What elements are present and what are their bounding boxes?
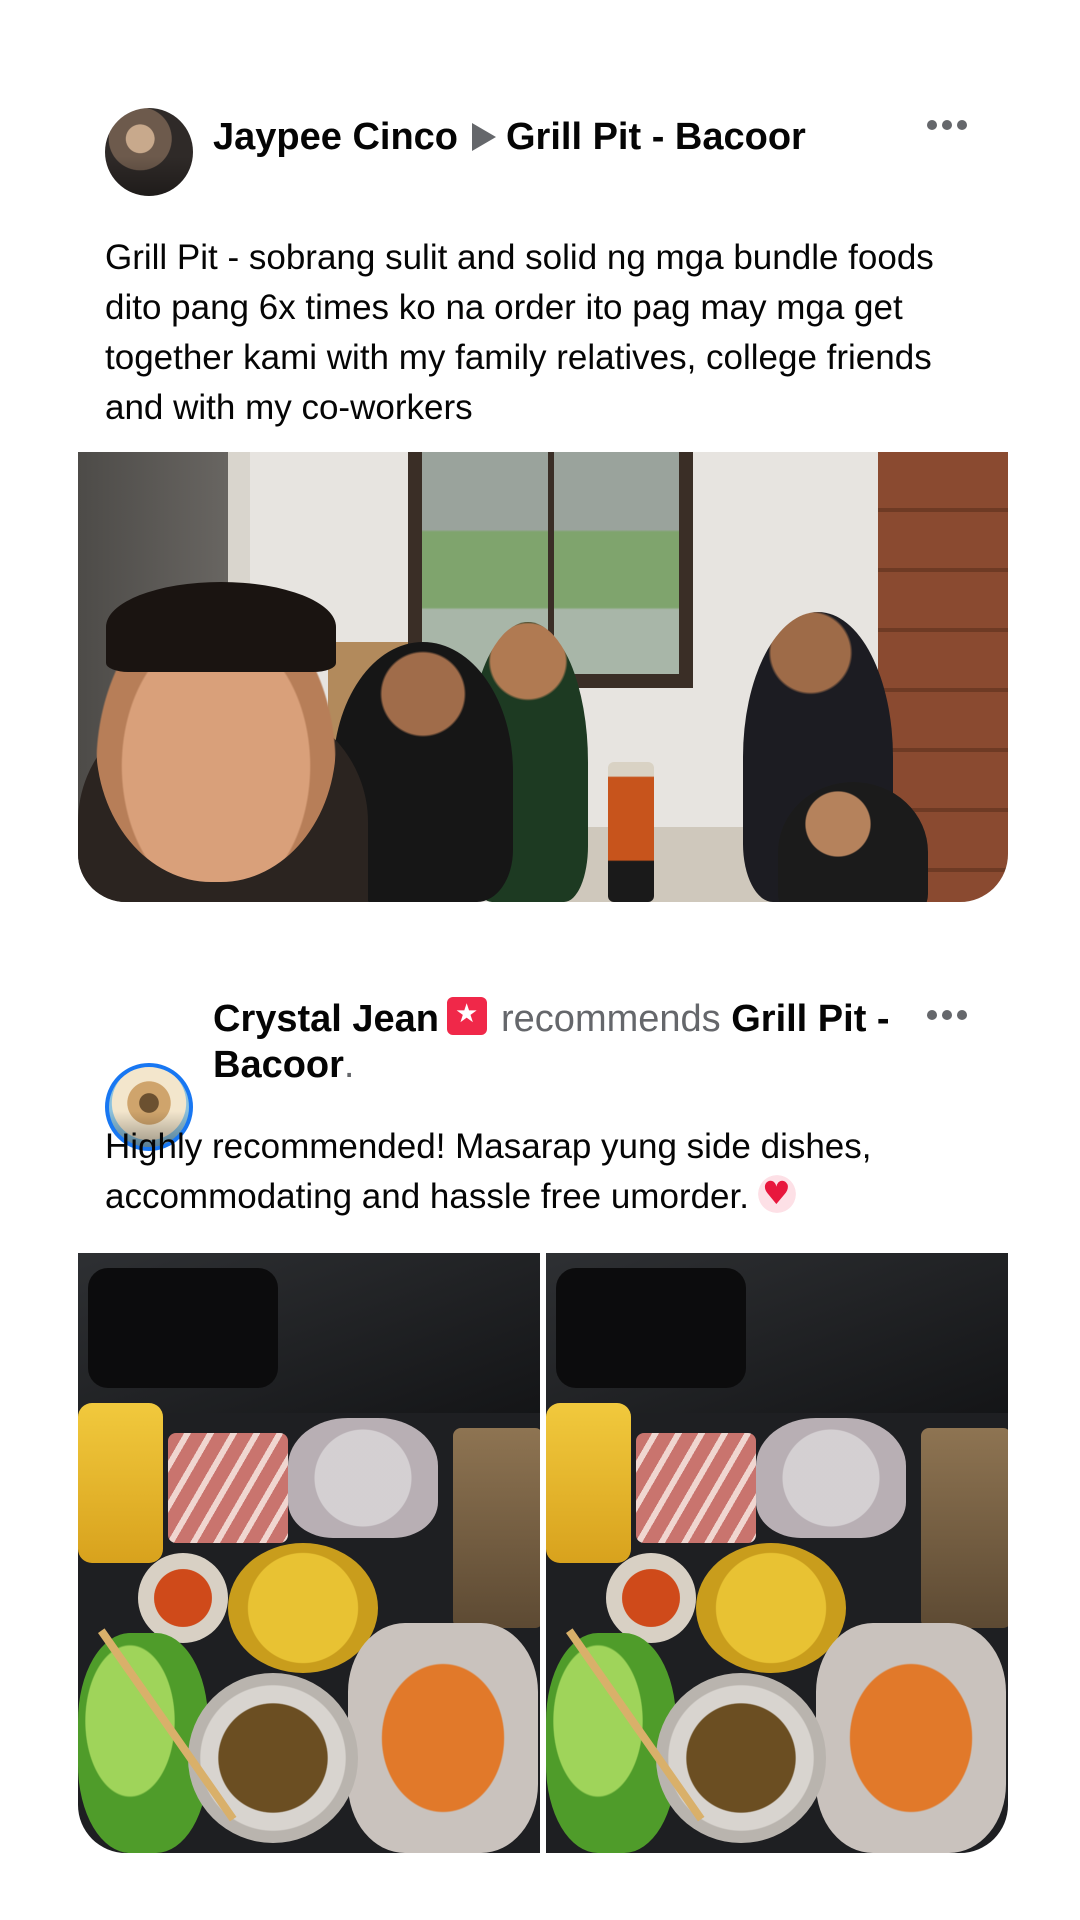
post-text: Highly recommended! Masarap yung side di…	[105, 1122, 985, 1222]
play-arrow-icon	[472, 123, 496, 151]
post-photo-right[interactable]	[546, 1253, 1008, 1853]
author-name[interactable]: Jaypee Cinco	[213, 116, 458, 158]
recommend-star-icon	[447, 997, 488, 1035]
post-crystal: Crystal Jeanrecommends Grill Pit - Bacoo…	[0, 960, 1080, 1920]
page-name[interactable]: Grill Pit - Bacoor	[506, 116, 806, 158]
post-jaypee: Jaypee Cinco Grill Pit - Bacoor Grill Pit…	[0, 0, 1080, 920]
page-name[interactable]: Grill Pit	[731, 998, 866, 1040]
post-photo[interactable]	[78, 452, 1008, 902]
author-name[interactable]: Crystal Jean	[213, 998, 439, 1040]
author-avatar[interactable]	[105, 108, 193, 196]
post-text: Grill Pit - sobrang sulit and solid ng m…	[105, 238, 934, 427]
post-header: Jaypee Cinco Grill Pit - Bacoor	[213, 114, 806, 160]
post-photo-left[interactable]	[78, 1253, 540, 1853]
header-period: .	[343, 1044, 355, 1086]
more-options-icon[interactable]	[925, 120, 969, 132]
action-text: recommends	[501, 998, 721, 1040]
more-options-icon[interactable]	[925, 1010, 969, 1022]
post-header: Crystal Jeanrecommends Grill Pit - Bacoo…	[213, 996, 913, 1088]
heart-emoji-icon	[754, 1172, 799, 1216]
